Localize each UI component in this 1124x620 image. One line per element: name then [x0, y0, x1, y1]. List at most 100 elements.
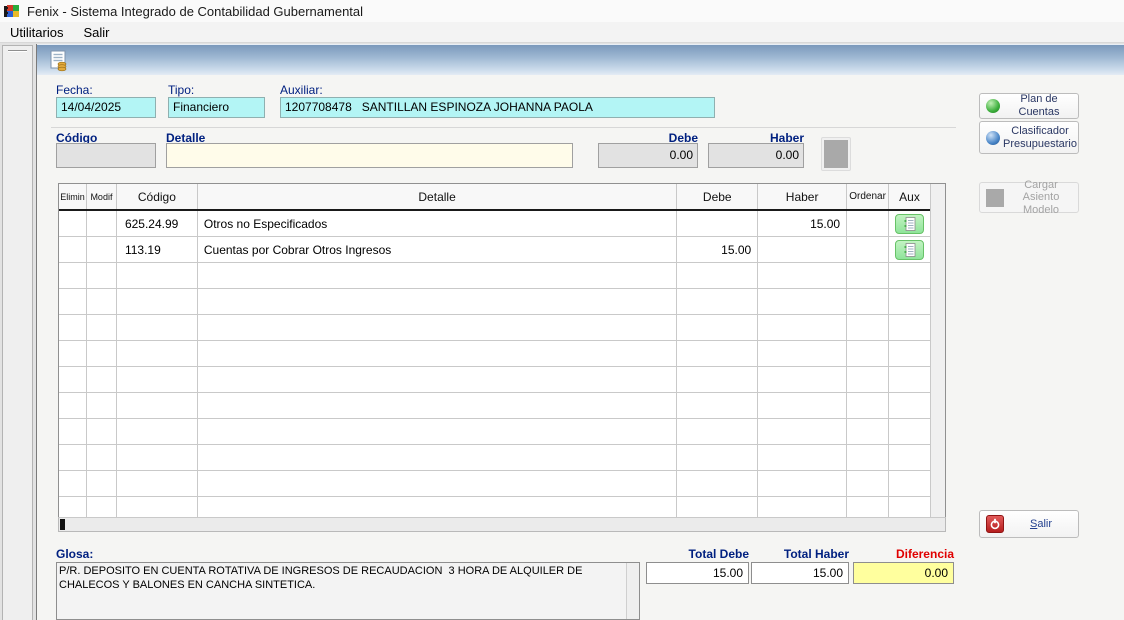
glosa-text: P/R. DEPOSITO EN CUENTA ROTATIVA DE INGR…: [59, 564, 624, 619]
clasificador-label-line1: Clasificador: [1011, 125, 1068, 137]
cell-aux: [889, 289, 930, 314]
separator-line: [51, 127, 956, 128]
cell-ordenar[interactable]: [847, 211, 889, 236]
scrollbar-thumb[interactable]: [60, 519, 65, 530]
grid-vertical-scrollbar[interactable]: [930, 184, 945, 517]
cell-detalle: [198, 471, 677, 496]
cell-aux: [889, 393, 930, 418]
menu-utilitarios[interactable]: Utilitarios: [0, 23, 73, 42]
cell-haber: [758, 289, 847, 314]
plan-de-cuentas-label: Plan de Cuentas: [1000, 93, 1078, 118]
tipo-field[interactable]: Financiero: [168, 97, 265, 118]
table-row[interactable]: 625.24.99 Otros no Especificados 15.00: [59, 211, 945, 237]
add-entry-button-disabled[interactable]: [821, 137, 851, 171]
cell-detalle: Otros no Especificados: [198, 211, 677, 236]
cell-ordenar[interactable]: [847, 237, 889, 262]
cell-modif: [87, 315, 117, 340]
diferencia-label: Diferencia: [853, 547, 954, 561]
aux-document-button[interactable]: [895, 214, 924, 234]
panel-grip-handle[interactable]: [8, 50, 27, 52]
cell-elimin: [59, 445, 87, 470]
cell-elimin[interactable]: [59, 211, 87, 236]
cell-codigo: [117, 367, 198, 392]
cell-ordenar: [847, 289, 889, 314]
cell-detalle: [198, 315, 677, 340]
cell-codigo: [117, 471, 198, 496]
cell-debe: [677, 341, 758, 366]
table-row-empty[interactable]: [59, 419, 945, 445]
cell-debe: [677, 211, 758, 236]
cell-codigo: [117, 419, 198, 444]
clasificador-label-line2: Presupuestario: [1003, 138, 1077, 150]
detalle-input[interactable]: [166, 143, 573, 168]
cell-haber: [758, 471, 847, 496]
aux-document-button[interactable]: [895, 240, 924, 260]
cell-modif: [87, 393, 117, 418]
cell-ordenar: [847, 471, 889, 496]
cell-codigo: [117, 393, 198, 418]
cargar-asiento-label-line2: Modelo: [1023, 204, 1059, 216]
col-header-debe: Debe: [677, 184, 758, 209]
glosa-scrollbar[interactable]: [626, 563, 639, 619]
form-toolbar: [37, 44, 1124, 75]
cell-codigo: [117, 315, 198, 340]
table-row-empty[interactable]: [59, 341, 945, 367]
codigo-input[interactable]: [56, 143, 156, 168]
col-header-detalle: Detalle: [198, 184, 677, 209]
plan-de-cuentas-button[interactable]: Plan de Cuentas: [979, 93, 1079, 119]
fecha-field[interactable]: 14/04/2025: [56, 97, 156, 118]
table-row-empty[interactable]: [59, 315, 945, 341]
auxiliar-field[interactable]: 1207708478 SANTILLAN ESPINOZA JOHANNA PA…: [280, 97, 715, 118]
clasificador-presupuestario-button[interactable]: Clasificador Presupuestario: [979, 121, 1079, 154]
table-row-empty[interactable]: [59, 393, 945, 419]
table-row-empty[interactable]: [59, 445, 945, 471]
document-coins-icon[interactable]: [46, 48, 72, 74]
cargar-asiento-modelo-button[interactable]: Cargar Asiento Modelo: [979, 182, 1079, 213]
tipo-label: Tipo:: [168, 83, 194, 97]
table-row-empty[interactable]: [59, 367, 945, 393]
blue-sphere-icon: [986, 131, 1000, 145]
cell-detalle: [198, 367, 677, 392]
cell-ordenar: [847, 263, 889, 288]
cell-elimin[interactable]: [59, 237, 87, 262]
cell-aux: [889, 263, 930, 288]
col-header-haber: Haber: [758, 184, 847, 209]
table-row[interactable]: 113.19 Cuentas por Cobrar Otros Ingresos…: [59, 237, 945, 263]
cell-haber: [758, 419, 847, 444]
cell-haber: [758, 315, 847, 340]
fecha-label: Fecha:: [56, 83, 93, 97]
salir-label: Salir: [1004, 518, 1078, 531]
glosa-textarea[interactable]: P/R. DEPOSITO EN CUENTA ROTATIVA DE INGR…: [56, 562, 640, 620]
cell-elimin: [59, 341, 87, 366]
cell-modif[interactable]: [87, 211, 117, 236]
table-row-empty[interactable]: [59, 471, 945, 497]
asiento-form-window: Fecha: 14/04/2025 Tipo: Financiero Auxil…: [36, 44, 1124, 620]
cell-ordenar: [847, 315, 889, 340]
cell-debe: [677, 445, 758, 470]
total-debe-field: 15.00: [646, 562, 749, 584]
table-row-empty[interactable]: [59, 497, 945, 517]
cell-aux: [889, 471, 930, 496]
cell-detalle: [198, 419, 677, 444]
cell-debe: [677, 263, 758, 288]
cell-debe: [677, 315, 758, 340]
table-row-empty[interactable]: [59, 263, 945, 289]
cell-debe: [677, 367, 758, 392]
grid-horizontal-scrollbar[interactable]: [58, 517, 946, 532]
auxiliar-label: Auxiliar:: [280, 83, 323, 97]
collapsed-side-panel[interactable]: [2, 45, 33, 620]
table-row-empty[interactable]: [59, 289, 945, 315]
cell-aux: [889, 341, 930, 366]
haber-input[interactable]: 0.00: [708, 143, 804, 168]
debe-input[interactable]: 0.00: [598, 143, 698, 168]
cargar-asiento-label-line1: Cargar Asiento: [1023, 179, 1060, 204]
cell-detalle: [198, 341, 677, 366]
salir-button[interactable]: Salir: [979, 510, 1079, 538]
menu-salir[interactable]: Salir: [73, 23, 119, 42]
mdi-area: Fecha: 14/04/2025 Tipo: Financiero Auxil…: [0, 43, 1124, 620]
cell-ordenar: [847, 497, 889, 517]
cell-modif: [87, 367, 117, 392]
glosa-label: Glosa:: [56, 547, 93, 561]
cell-codigo: 113.19: [117, 237, 198, 262]
cell-modif[interactable]: [87, 237, 117, 262]
